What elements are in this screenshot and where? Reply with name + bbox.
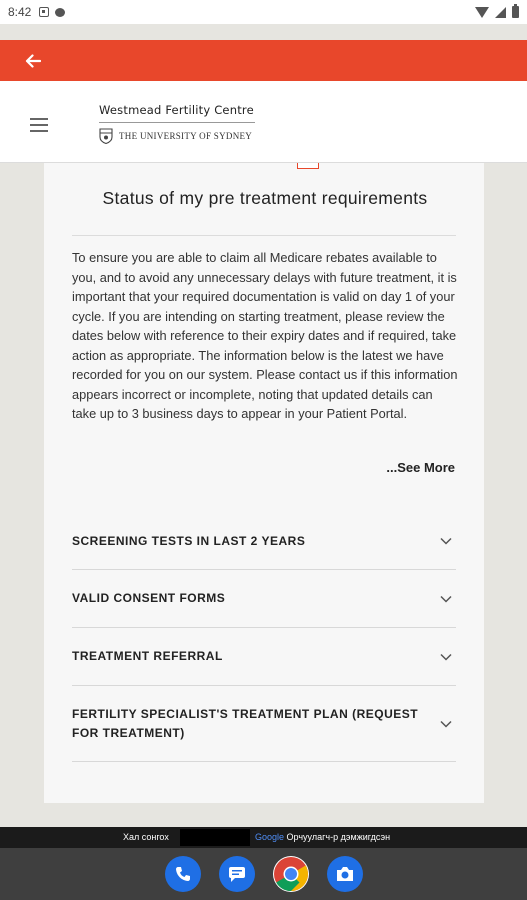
crest-icon [99, 128, 113, 144]
chevron-down-icon [440, 537, 452, 545]
accordion-treatment-referral[interactable]: TREATMENT REFERRAL [72, 628, 456, 686]
status-time: 8:42 [8, 5, 32, 19]
accordion-label: VALID CONSENT FORMS [72, 591, 226, 605]
accordion-label: SCREENING TESTS IN LAST 2 YEARS [72, 533, 306, 548]
notification-icons [39, 7, 66, 17]
google-brand: Google [255, 832, 285, 842]
chrome-icon[interactable] [272, 856, 309, 892]
back-arrow-icon[interactable] [22, 50, 44, 72]
logo-title: Westmead Fertility Centre [99, 103, 255, 123]
wifi-icon [475, 6, 489, 18]
app-top-bar [0, 40, 527, 81]
logo-university: THE UNIVERSITY OF SYDNEY [119, 131, 253, 141]
ticker-right-text: Google Орчуулагч-р дэмжигдсэн [255, 832, 390, 842]
menu-icon[interactable] [30, 118, 48, 132]
accordion-treatment-plan[interactable]: FERTILITY SPECIALIST'S TREATMENT PLAN (R… [72, 686, 456, 762]
logo: Westmead Fertility Centre THE UNIVERSITY… [99, 103, 255, 144]
accordion-label: FERTILITY SPECIALIST'S TREATMENT PLAN (R… [72, 706, 419, 740]
translate-ticker: Хал сонгох Google Орчуулагч-р дэмжигдсэн [0, 827, 527, 848]
site-header: Westmead Fertility Centre THE UNIVERSITY… [0, 81, 527, 163]
chevron-down-icon [440, 653, 452, 661]
messages-icon[interactable] [218, 856, 255, 892]
card-tab-marker [297, 163, 319, 169]
notification-icon [39, 7, 50, 17]
status-bar: 8:42 [0, 0, 527, 24]
ticker-left-text: Хал сонгох [123, 832, 169, 842]
signal-icon [495, 6, 506, 18]
accordion-consent-forms[interactable]: VALID CONSENT FORMS [72, 570, 456, 628]
page-title: Status of my pre treatment requirements [102, 188, 428, 208]
see-more-link[interactable]: ...See More [72, 460, 455, 475]
dock [0, 848, 527, 900]
accordion-screening-tests[interactable]: SCREENING TESTS IN LAST 2 YEARS [72, 513, 456, 570]
divider [72, 235, 456, 236]
logo-subtitle-row: THE UNIVERSITY OF SYDNEY [99, 128, 255, 144]
ticker-input[interactable] [180, 829, 250, 846]
chat-icon [55, 7, 66, 17]
phone-icon[interactable] [164, 856, 201, 892]
ticker-powered-by: Орчуулагч-р дэмжигдсэн [286, 832, 391, 842]
battery-icon [512, 4, 519, 18]
info-paragraph: To ensure you are able to claim all Medi… [72, 250, 458, 421]
camera-icon[interactable] [326, 856, 363, 892]
requirements-accordion: SCREENING TESTS IN LAST 2 YEARS VALID CO… [72, 513, 456, 762]
system-icons [475, 4, 519, 18]
chevron-down-icon [440, 595, 452, 603]
accordion-label: TREATMENT REFERRAL [72, 649, 223, 663]
chevron-down-icon [440, 720, 452, 728]
requirements-card: Status of my pre treatment requirements … [44, 163, 484, 803]
